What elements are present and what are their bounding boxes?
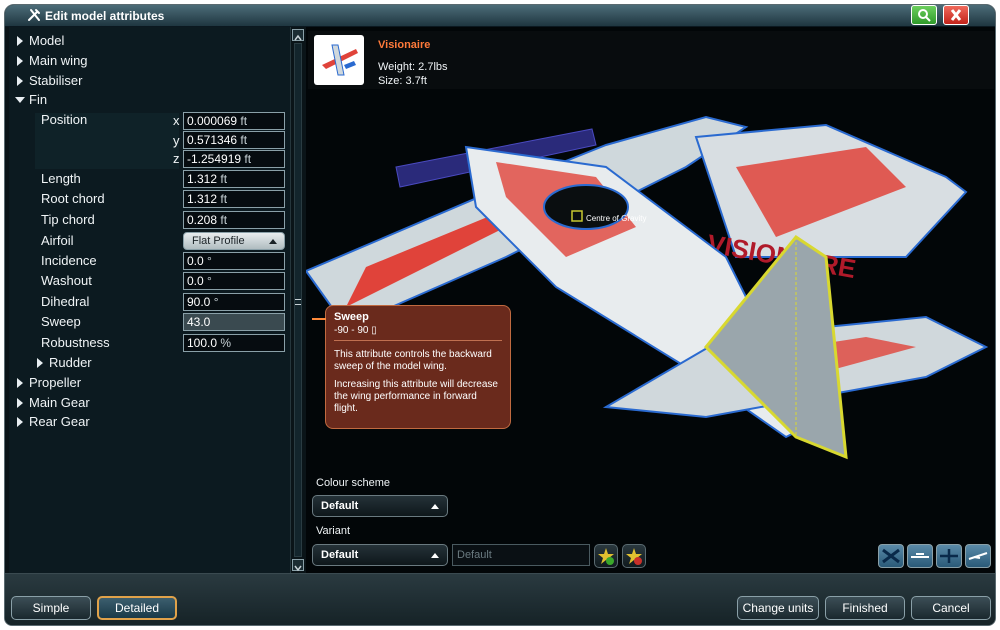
tip-chord-field[interactable]: 0.208 ft [183,211,285,229]
simple-button[interactable]: Simple [11,596,91,620]
model-thumbnail [314,35,364,85]
view-front-button[interactable] [936,544,962,568]
position-z-field[interactable]: -1.254919 ft [183,150,285,168]
window-title: Edit model attributes [45,9,165,23]
view-side-button[interactable] [907,544,933,568]
colour-scheme-dropdown[interactable]: Default [312,495,448,517]
model-viewport[interactable]: VISIONAIRE Centre of Gravity [306,27,996,573]
chevron-right-icon [37,358,43,368]
change-units-button[interactable]: Change units [737,596,819,620]
tooltip-title: Sweep [334,311,369,323]
search-icon [918,9,931,22]
bottom-toolbar: Simple Detailed Change units Finished Ca… [5,573,995,625]
incidence-field[interactable]: 0.0 ° [183,252,285,270]
tree-item-fin[interactable]: Fin [9,90,209,110]
airfoil-dropdown[interactable]: Flat Profile [183,232,285,250]
chevron-right-icon [17,36,23,46]
colour-scheme-label: Colour scheme [316,477,390,489]
tooltip-text-1: This attribute controls the backward swe… [334,349,492,372]
sweep-tooltip: Sweep -90 - 90 ▯ This attribute controls… [312,305,511,429]
plane-iso-view-icon [968,552,988,560]
chevron-right-icon [17,56,23,66]
airplane-icon [322,44,358,76]
robustness-label: Robustness [41,335,110,350]
chevron-right-icon [17,76,23,86]
cg-label: Centre of Gravity [586,214,646,223]
arrow-up-icon [294,34,302,41]
view-iso-button[interactable] [965,544,991,568]
star-add-icon [598,548,614,565]
scroll-grip-icon[interactable] [295,299,301,305]
position-y-field[interactable]: 0.571346 ft [183,131,285,149]
tree-item-stabiliser[interactable]: Stabiliser [9,71,209,91]
scroll-up-button[interactable] [292,29,304,41]
tree-item-main-wing[interactable]: Main wing [9,51,209,71]
caret-up-icon [431,553,439,558]
airplane-3d-model[interactable]: VISIONAIRE Centre of Gravity [306,27,996,573]
dihedral-field[interactable]: 90.0 ° [183,293,285,311]
star-remove-icon [626,548,642,565]
tools-icon [28,9,40,21]
search-button[interactable] [911,5,937,25]
tree-item-model[interactable]: Model [9,31,209,51]
sweep-field[interactable]: 43.0 [183,313,285,331]
delete-variant-button[interactable] [622,544,646,568]
model-info-bar: Visionaire Weight: 2.7lbs Size: 3.7ft [308,31,994,89]
cancel-button[interactable]: Cancel [911,596,991,620]
tree-item-rudder[interactable]: Rudder [9,353,209,373]
dihedral-label: Dihedral [41,294,90,309]
position-x-field[interactable]: 0.000069 ft [183,112,285,130]
chevron-right-icon [17,417,23,427]
model-name: Visionaire [378,39,431,51]
view-top-button[interactable] [878,544,904,568]
close-icon [950,9,962,21]
z-axis-label: z [173,151,180,166]
plane-side-view-icon [911,553,929,558]
chevron-right-icon [17,378,23,388]
plane-top-view-icon [882,548,900,564]
caret-up-icon [431,504,439,509]
variant-dropdown[interactable]: Default [312,544,448,566]
chevron-down-icon [15,97,25,103]
add-variant-button[interactable] [594,544,618,568]
panel-scrollbar[interactable] [291,27,305,573]
edit-model-window: Edit model attributes Model Main wing St… [4,4,996,626]
airfoil-label: Airfoil [41,233,74,248]
variant-label: Variant [316,525,351,537]
root-chord-label: Root chord [41,191,105,206]
caret-up-icon [269,239,277,244]
tree-item-propeller[interactable]: Propeller [9,373,209,393]
finished-button[interactable]: Finished [825,596,905,620]
length-label: Length [41,171,81,186]
sweep-label: Sweep [41,314,81,329]
position-label: Position [41,112,88,127]
root-chord-field[interactable]: 1.312 ft [183,190,285,208]
model-weight: Weight: 2.7lbs [378,61,448,73]
tree-item-main-gear[interactable]: Main Gear [9,393,209,413]
scroll-down-button[interactable] [292,559,304,572]
incidence-label: Incidence [41,253,97,268]
tooltip-pointer [312,318,326,320]
title-bar: Edit model attributes [5,5,995,27]
washout-field[interactable]: 0.0 ° [183,272,285,290]
arrow-down-icon [294,565,302,572]
washout-label: Washout [41,273,92,288]
variant-name-input[interactable]: Default [452,544,590,566]
tree-item-rear-gear[interactable]: Rear Gear [9,412,209,432]
tooltip-text-2: Increasing this attribute will decrease … [334,379,498,414]
tip-chord-label: Tip chord [41,212,95,227]
tooltip-divider [334,340,502,341]
length-field[interactable]: 1.312 ft [183,170,285,188]
robustness-field[interactable]: 100.0 % [183,334,285,352]
x-axis-label: x [173,113,180,128]
plane-front-view-icon [940,549,958,563]
tooltip-range: -90 - 90 ▯ [334,325,377,336]
model-size: Size: 3.7ft [378,75,427,87]
y-axis-label: y [173,133,180,148]
chevron-right-icon [17,398,23,408]
detailed-button[interactable]: Detailed [97,596,177,620]
attribute-tree-panel: Model Main wing Stabiliser Fin Position … [9,27,291,573]
close-button[interactable] [943,5,969,25]
